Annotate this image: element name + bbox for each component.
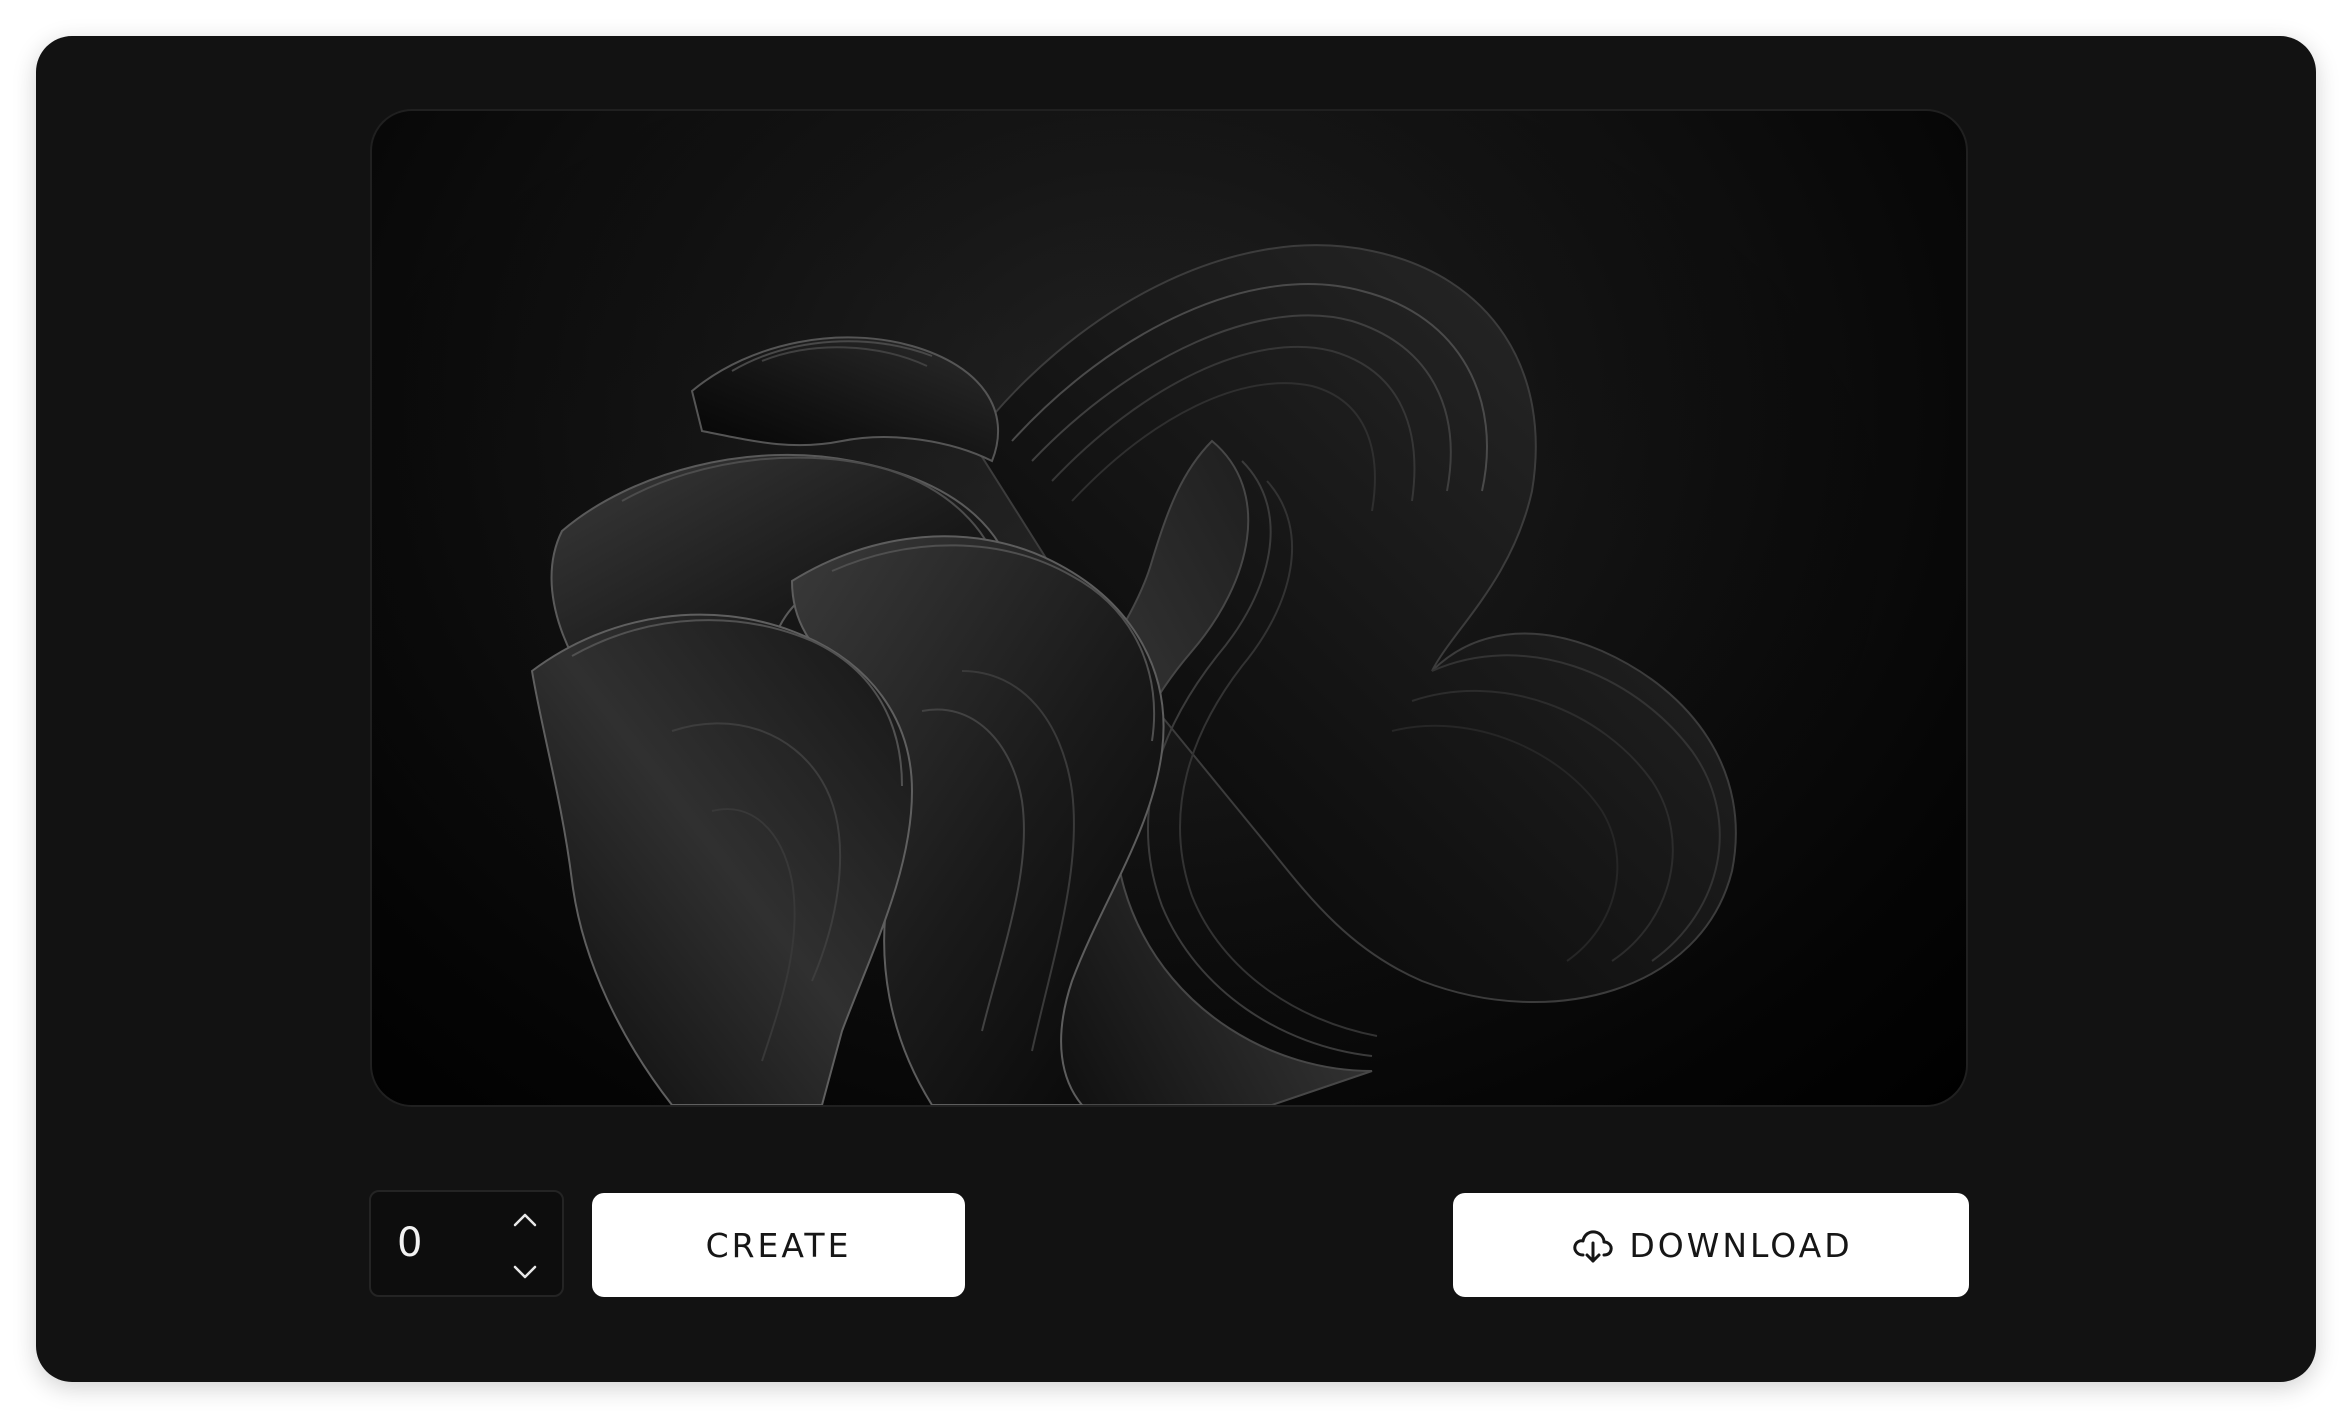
download-button[interactable]: DOWNLOAD [1453, 1193, 1969, 1297]
download-button-label: DOWNLOAD [1629, 1225, 1853, 1265]
create-button-label: CREATE [705, 1225, 852, 1265]
image-preview [370, 109, 1968, 1107]
stepper-value[interactable]: 0 [397, 1192, 422, 1295]
create-button[interactable]: CREATE [592, 1193, 965, 1297]
cloud-download-icon [1569, 1221, 1617, 1269]
app-window: 0 CREATE DOWNLOAD [36, 36, 2316, 1382]
quantity-stepper[interactable]: 0 [369, 1190, 564, 1297]
abstract-bloom-artwork [372, 111, 1966, 1105]
chevron-up-icon[interactable] [505, 1200, 545, 1240]
chevron-down-icon[interactable] [505, 1252, 545, 1292]
